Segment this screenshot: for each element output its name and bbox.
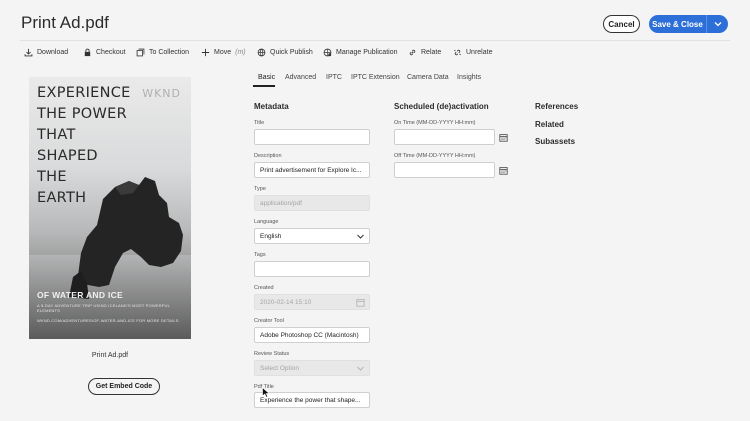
tab-basic[interactable]: Basic: [258, 74, 275, 81]
on-time-label: On Time (MM-DD-YYYY HH:mm): [394, 120, 476, 126]
save-close-button[interactable]: Save & Close: [649, 15, 706, 33]
quick-publish-action[interactable]: Quick Publish: [257, 48, 313, 57]
title-label: Title: [254, 120, 265, 126]
created-value: 2020-02-14 15:10: [260, 298, 312, 306]
language-select[interactable]: English: [254, 228, 370, 244]
poster-headline-line: THE POWER: [37, 106, 127, 122]
tab-camera-data[interactable]: Camera Data: [407, 74, 449, 81]
metadata-heading: Metadata: [254, 102, 289, 111]
description-label: Description: [254, 153, 282, 159]
poster-headline-line: EXPERIENCE: [37, 85, 131, 101]
review-status-select: Select Option: [254, 360, 370, 376]
action-toolbar: Download Checkout To Collection Move (m)…: [0, 43, 750, 63]
pdf-title-field[interactable]: Experience the power that shape...: [254, 392, 370, 408]
references-link[interactable]: References: [535, 102, 578, 111]
get-embed-code-button[interactable]: Get Embed Code: [88, 378, 160, 395]
to-collection-label: To Collection: [149, 49, 190, 56]
chevron-down-icon: [357, 234, 364, 239]
tab-iptc-extension[interactable]: IPTC Extension: [351, 74, 400, 81]
on-time-calendar-button[interactable]: [496, 129, 510, 145]
asset-filename: Print Ad.pdf: [91, 352, 129, 359]
poster-headline-line: THAT: [37, 127, 76, 143]
poster-headline-line: SHAPED: [37, 148, 98, 164]
chevron-down-icon: [714, 22, 721, 27]
lock-icon: [84, 48, 91, 57]
page-title: Print Ad.pdf: [21, 13, 109, 32]
tags-label: Tags: [254, 252, 266, 258]
mouse-cursor-icon: [262, 387, 270, 398]
collection-icon: [136, 48, 145, 57]
header-bar: Print Ad.pdf Cancel Save & Close: [0, 0, 750, 42]
type-field: application/pdf: [254, 195, 370, 211]
link-icon: [409, 49, 416, 56]
off-time-label: Off Time (MM-DD-YYYY HH:mm): [394, 153, 476, 159]
unrelate-label: Unrelate: [466, 49, 493, 56]
review-status-label: Review Status: [254, 351, 290, 357]
on-time-field[interactable]: [394, 129, 495, 145]
save-options-button[interactable]: [706, 15, 728, 33]
relate-label: Relate: [421, 49, 442, 56]
related-link[interactable]: Related: [535, 120, 564, 129]
tab-insights[interactable]: Insights: [457, 74, 481, 81]
calendar-icon: [498, 133, 508, 142]
off-time-calendar-button[interactable]: [496, 162, 510, 178]
calendar-icon: [356, 299, 365, 307]
brand-logo: WKND: [142, 87, 181, 100]
quick-publish-label: Quick Publish: [270, 49, 313, 56]
manage-publication-action[interactable]: Manage Publication: [323, 48, 398, 57]
manage-publication-label: Manage Publication: [336, 49, 398, 56]
globe-icon: [257, 48, 266, 57]
cancel-button[interactable]: Cancel: [603, 15, 640, 33]
to-collection-action[interactable]: To Collection: [136, 48, 189, 57]
move-shortcut: (m): [235, 49, 246, 56]
off-time-field[interactable]: [394, 162, 495, 178]
poster-subhead: OF WATER AND ICE: [37, 290, 124, 300]
schedule-heading: Scheduled (de)activation: [394, 102, 489, 111]
language-value: English: [260, 232, 282, 240]
tab-iptc[interactable]: IPTC: [326, 74, 342, 81]
language-label: Language: [254, 219, 279, 225]
download-icon: [24, 48, 33, 57]
created-field: 2020-02-14 15:10: [254, 294, 370, 310]
poster-cta: WKND.COM/ADVENTURES/OF-WATER-AND-ICE FOR…: [37, 318, 180, 323]
move-action[interactable]: Move (m): [201, 48, 246, 57]
relate-action[interactable]: Relate: [408, 48, 441, 57]
title-field[interactable]: [254, 129, 370, 145]
asset-preview: EXPERIENCE THE POWER THAT SHAPED THE EAR…: [29, 77, 191, 339]
checkout-action[interactable]: Checkout: [83, 48, 126, 57]
poster-tagline: A 5-DAY ADVENTURE TRIP USING ICELAND'S M…: [37, 303, 170, 313]
subassets-link[interactable]: Subassets: [535, 137, 575, 146]
download-label: Download: [37, 49, 69, 56]
unrelate-action[interactable]: Unrelate: [453, 48, 492, 57]
tab-advanced[interactable]: Advanced: [285, 74, 316, 81]
calendar-icon: [498, 166, 508, 175]
poster-headline: EXPERIENCE THE POWER THAT SHAPED THE EAR…: [37, 83, 131, 209]
creator-tool-label: Creator Tool: [254, 318, 284, 324]
plus-icon: [201, 48, 210, 57]
review-status-placeholder: Select Option: [260, 364, 300, 372]
tags-field[interactable]: [254, 261, 370, 277]
description-field[interactable]: Print advertisement for Explore Ic...: [254, 162, 370, 178]
chevron-down-icon: [357, 366, 364, 371]
created-label: Created: [254, 285, 274, 291]
checkout-label: Checkout: [96, 49, 126, 56]
download-action[interactable]: Download: [24, 48, 68, 57]
header-divider: [20, 40, 730, 41]
publication-icon: [323, 48, 332, 57]
unlink-icon: [454, 49, 461, 56]
creator-tool-field[interactable]: Adobe Photoshop CC (Macintosh): [254, 327, 370, 343]
poster-headline-line: THE: [37, 169, 67, 185]
move-label: Move: [214, 49, 232, 56]
type-label: Type: [254, 186, 266, 192]
poster-headline-line: EARTH: [37, 190, 87, 206]
active-tab-indicator: [253, 85, 275, 87]
